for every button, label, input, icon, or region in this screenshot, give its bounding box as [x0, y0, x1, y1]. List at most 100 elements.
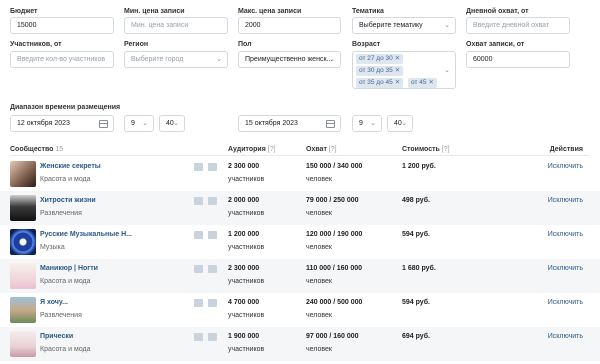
stats-icon[interactable] [208, 197, 217, 205]
age-label: Возраст [352, 41, 381, 48]
budget-label: Бюджет [10, 8, 38, 15]
exclude-link[interactable]: Исключить [548, 163, 583, 170]
chevron-down-icon: ⌄ [370, 120, 376, 127]
community-avatar[interactable] [10, 263, 36, 289]
community-name[interactable]: Маникюр | Ногти [40, 265, 98, 272]
reach-unit: человек [306, 312, 332, 319]
date-to-input[interactable]: 15 октября 2023 [238, 115, 341, 132]
reach-unit: человек [306, 210, 332, 217]
date-range-label: Диапазон времени размещения [10, 104, 121, 111]
age-tag-label: от 30 до 35 [359, 67, 393, 74]
region-select-value: Выберите город [131, 56, 184, 63]
community-name[interactable]: Прически [40, 333, 73, 340]
header-actions: Действия [549, 146, 583, 153]
community-name[interactable]: Я хочу... [40, 299, 68, 306]
reach-unit: человек [306, 176, 332, 183]
header-cost-label: Стоимость [402, 146, 440, 153]
hour-from-select[interactable]: 9 ⌄ [124, 115, 154, 132]
gender-select-value: Преимущественно женск... [245, 56, 333, 63]
gender-select[interactable]: Преимущественно женск... ⌄ [238, 51, 341, 68]
community-avatar[interactable] [10, 331, 36, 357]
community-category: Красота и мода [40, 346, 91, 353]
post-reach-label: Охват записи, от [466, 41, 525, 48]
audience-value: 1 900 000 [228, 333, 260, 340]
header-audience-label: Аудитория [228, 146, 266, 153]
members-input[interactable]: Введите кол-во участников [10, 51, 114, 68]
message-icon[interactable] [194, 265, 203, 273]
stats-icon[interactable] [208, 299, 217, 307]
message-icon[interactable] [194, 163, 203, 171]
stats-icon[interactable] [208, 231, 217, 239]
header-cost[interactable]: Стоимость [?] [402, 146, 450, 153]
exclude-link[interactable]: Исключить [548, 333, 583, 340]
region-select[interactable]: Выберите город ⌄ [124, 51, 228, 68]
hour-to-value: 9 [359, 120, 363, 127]
table-row: Я хочу... Развлечения 4 700 000 участник… [0, 293, 600, 327]
header-audience[interactable]: Аудитория [?] [228, 146, 276, 153]
close-icon[interactable]: ✕ [395, 79, 400, 86]
help-icon[interactable]: [?] [329, 146, 337, 153]
reach-value: 150 000 / 340 000 [306, 163, 363, 170]
help-icon[interactable]: [?] [268, 146, 276, 153]
age-tag[interactable]: от 30 до 35 ✕ [356, 66, 404, 76]
age-tag[interactable]: от 35 до 45 ✕ [356, 78, 404, 88]
age-tag[interactable]: от 45 ✕ [408, 78, 437, 88]
daily-reach-input[interactable]: Введите дневной охват [466, 17, 570, 34]
exclude-link[interactable]: Исключить [548, 299, 583, 306]
date-from-input[interactable]: 12 октября 2023 [10, 115, 114, 132]
post-reach-input[interactable]: 60000 [466, 51, 570, 68]
message-icon[interactable] [194, 333, 203, 341]
chevron-down-icon: ⌄ [173, 120, 179, 127]
calendar-icon[interactable] [326, 120, 335, 128]
message-icon[interactable] [194, 231, 203, 239]
audience-value: 2 300 000 [228, 265, 260, 272]
age-tag[interactable]: от 27 до 30 ✕ [356, 54, 404, 64]
stats-icon[interactable] [208, 163, 217, 171]
age-tag-label: от 35 до 45 [359, 79, 393, 86]
table-row: Хитрости жизни Развлечения 2 000 000 уча… [0, 191, 600, 225]
close-icon[interactable]: ✕ [429, 79, 434, 86]
community-name[interactable]: Хитрости жизни [40, 197, 96, 204]
chevron-down-icon: ⌄ [216, 56, 222, 63]
audience-unit: участников [228, 176, 265, 183]
reach-value: 240 000 / 500 000 [306, 299, 363, 306]
stats-icon[interactable] [208, 333, 217, 341]
exclude-link[interactable]: Исключить [548, 265, 583, 272]
header-reach[interactable]: Охват [?] [306, 146, 337, 153]
min-price-input[interactable]: Мин. цена записи [124, 17, 228, 34]
gender-label: Пол [238, 41, 252, 48]
stats-icon[interactable] [208, 265, 217, 273]
max-price-input[interactable]: 2000 [238, 17, 341, 34]
message-icon[interactable] [194, 197, 203, 205]
community-avatar[interactable] [10, 229, 36, 255]
message-icon[interactable] [194, 299, 203, 307]
close-icon[interactable]: ✕ [395, 55, 400, 62]
age-multiselect[interactable]: от 27 до 30 ✕ от 30 до 35 ✕ от 35 до 45 ✕ о… [352, 51, 456, 89]
community-name[interactable]: Русские Музыкальные Н... [40, 231, 132, 238]
minute-from-select[interactable]: 40 ⌄ [159, 115, 185, 132]
help-icon[interactable]: [?] [442, 146, 450, 153]
community-avatar[interactable] [10, 297, 36, 323]
exclude-link[interactable]: Исключить [548, 231, 583, 238]
cost-value: 1 680 руб. [402, 265, 436, 272]
exclude-link[interactable]: Исключить [548, 197, 583, 204]
age-tag-label: от 45 [411, 79, 427, 86]
community-avatar[interactable] [10, 195, 36, 221]
chevron-down-icon: ⌄ [401, 120, 407, 127]
calendar-icon[interactable] [99, 120, 108, 128]
date-from-value: 12 октября 2023 [17, 120, 70, 127]
close-icon[interactable]: ✕ [395, 67, 400, 74]
header-community[interactable]: Сообщество 15 [10, 146, 63, 153]
budget-input[interactable]: 15000 [10, 17, 114, 34]
community-category: Музыка [40, 244, 65, 251]
cost-value: 1 200 руб. [402, 163, 436, 170]
minute-to-select[interactable]: 40 ⌄ [387, 115, 413, 132]
hour-to-select[interactable]: 9 ⌄ [352, 115, 382, 132]
max-price-label: Макс. цена записи [238, 8, 302, 15]
topic-select[interactable]: Выберите тематику ⌄ [352, 17, 456, 34]
reach-value: 120 000 / 190 000 [306, 231, 363, 238]
reach-unit: человек [306, 346, 332, 353]
community-avatar[interactable] [10, 161, 36, 187]
cost-value: 694 руб. [402, 333, 430, 340]
community-name[interactable]: Женские секреты [40, 163, 101, 170]
